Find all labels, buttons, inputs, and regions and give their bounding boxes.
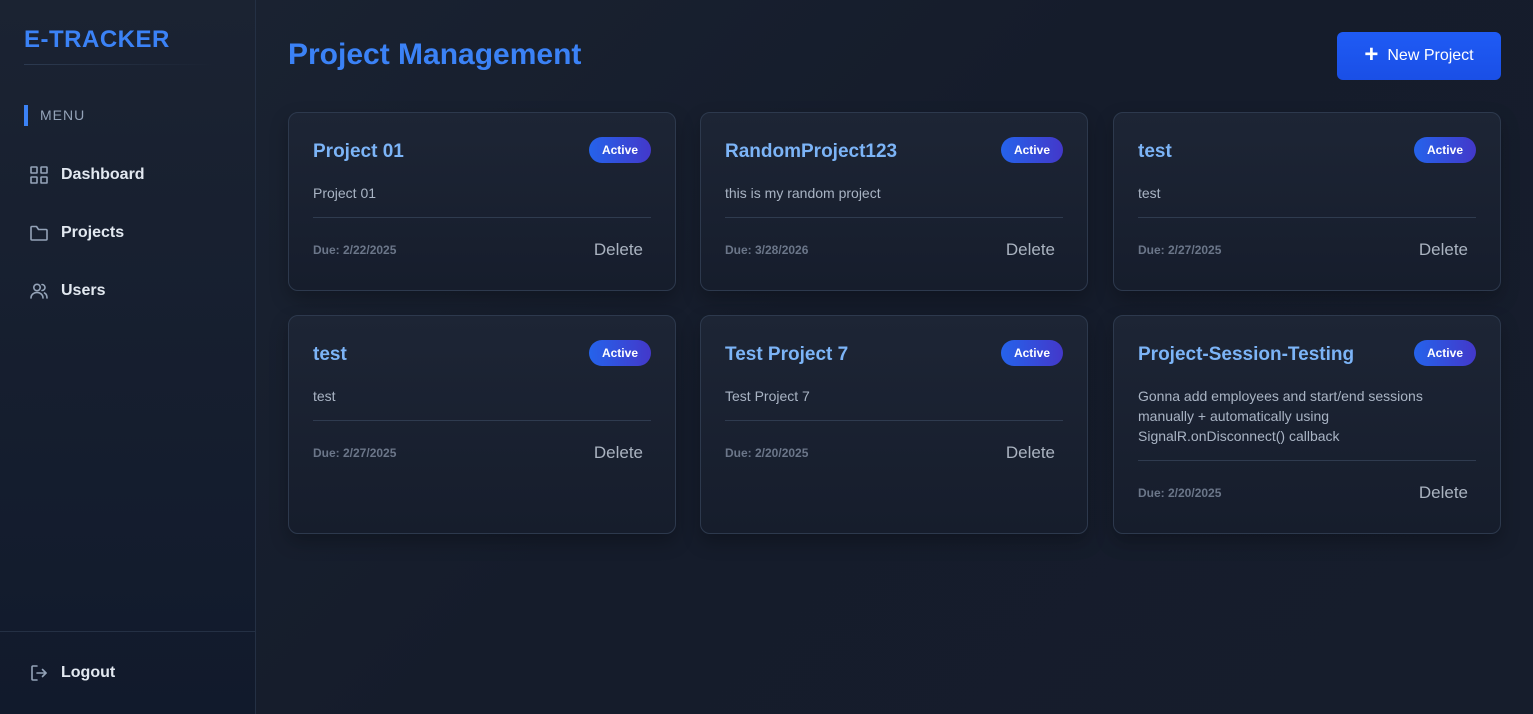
status-badge: Active xyxy=(588,340,651,366)
sidebar: E-TRACKER MENU Dashboard Projects Users … xyxy=(0,0,256,714)
folder-icon xyxy=(30,225,48,241)
delete-button[interactable]: Delete xyxy=(594,443,643,463)
due-date: Due: 2/20/2025 xyxy=(1138,486,1222,500)
logout-icon xyxy=(31,665,47,681)
delete-button[interactable]: Delete xyxy=(1006,240,1055,260)
card-divider xyxy=(313,420,651,421)
project-title: Project-Session-Testing xyxy=(1138,344,1355,365)
card-divider xyxy=(313,217,651,218)
status-badge: Active xyxy=(1413,340,1476,366)
users-icon xyxy=(30,283,48,299)
page-title: Project Management xyxy=(288,38,582,71)
status-badge: Active xyxy=(1000,137,1063,163)
project-card[interactable]: RandomProject123 Active this is my rando… xyxy=(700,112,1088,291)
sidebar-item-dashboard[interactable]: Dashboard xyxy=(29,163,145,187)
logout-label: Logout xyxy=(61,664,116,681)
delete-button[interactable]: Delete xyxy=(1006,443,1055,463)
delete-button[interactable]: Delete xyxy=(1419,240,1468,260)
sidebar-item-projects[interactable]: Projects xyxy=(29,221,124,245)
card-divider xyxy=(1138,460,1476,461)
menu-heading: MENU xyxy=(24,105,85,126)
grid-icon xyxy=(30,166,48,184)
project-title: RandomProject123 xyxy=(725,141,898,162)
due-date: Due: 2/22/2025 xyxy=(313,243,397,257)
status-badge: Active xyxy=(588,137,651,163)
due-date: Due: 2/27/2025 xyxy=(1138,243,1222,257)
project-description: Gonna add employees and start/end sessio… xyxy=(1138,388,1423,444)
new-project-button[interactable]: + New Project xyxy=(1337,32,1501,80)
project-description: Test Project 7 xyxy=(725,388,810,404)
project-description: test xyxy=(1138,185,1161,201)
sidebar-item-label: Dashboard xyxy=(61,166,145,183)
project-description: this is my random project xyxy=(725,185,881,201)
sidebar-item-label: Projects xyxy=(61,224,125,241)
plus-icon: + xyxy=(1364,40,1379,68)
sidebar-divider xyxy=(0,631,255,632)
due-date: Due: 2/27/2025 xyxy=(313,446,397,460)
card-divider xyxy=(1138,217,1476,218)
project-card[interactable]: Project-Session-Testing Active Gonna add… xyxy=(1113,315,1501,534)
logout-button[interactable]: Logout xyxy=(29,661,115,685)
brand-divider xyxy=(24,64,214,65)
project-card[interactable]: test Active test Due: 2/27/2025 Delete xyxy=(288,315,676,534)
new-project-label: New Project xyxy=(1387,47,1474,64)
card-divider xyxy=(725,420,1063,421)
project-title: test xyxy=(1138,141,1172,162)
delete-button[interactable]: Delete xyxy=(594,240,643,260)
project-card[interactable]: test Active test Due: 2/27/2025 Delete xyxy=(1113,112,1501,291)
status-badge: Active xyxy=(1413,137,1476,163)
project-description: test xyxy=(313,388,336,404)
project-title: Project 01 xyxy=(313,141,404,162)
project-card[interactable]: Project 01 Active Project 01 Due: 2/22/2… xyxy=(288,112,676,291)
project-title: test xyxy=(313,344,347,365)
sidebar-item-label: Users xyxy=(61,282,106,299)
status-badge: Active xyxy=(1000,340,1063,366)
due-date: Due: 3/28/2026 xyxy=(725,243,809,257)
project-card[interactable]: Test Project 7 Active Test Project 7 Due… xyxy=(700,315,1088,534)
sidebar-item-users[interactable]: Users xyxy=(29,279,105,303)
due-date: Due: 2/20/2025 xyxy=(725,446,809,460)
project-description: Project 01 xyxy=(313,185,377,201)
brand-logo: E-TRACKER xyxy=(24,26,170,53)
project-title: Test Project 7 xyxy=(725,344,849,365)
card-divider xyxy=(725,217,1063,218)
delete-button[interactable]: Delete xyxy=(1419,483,1468,503)
